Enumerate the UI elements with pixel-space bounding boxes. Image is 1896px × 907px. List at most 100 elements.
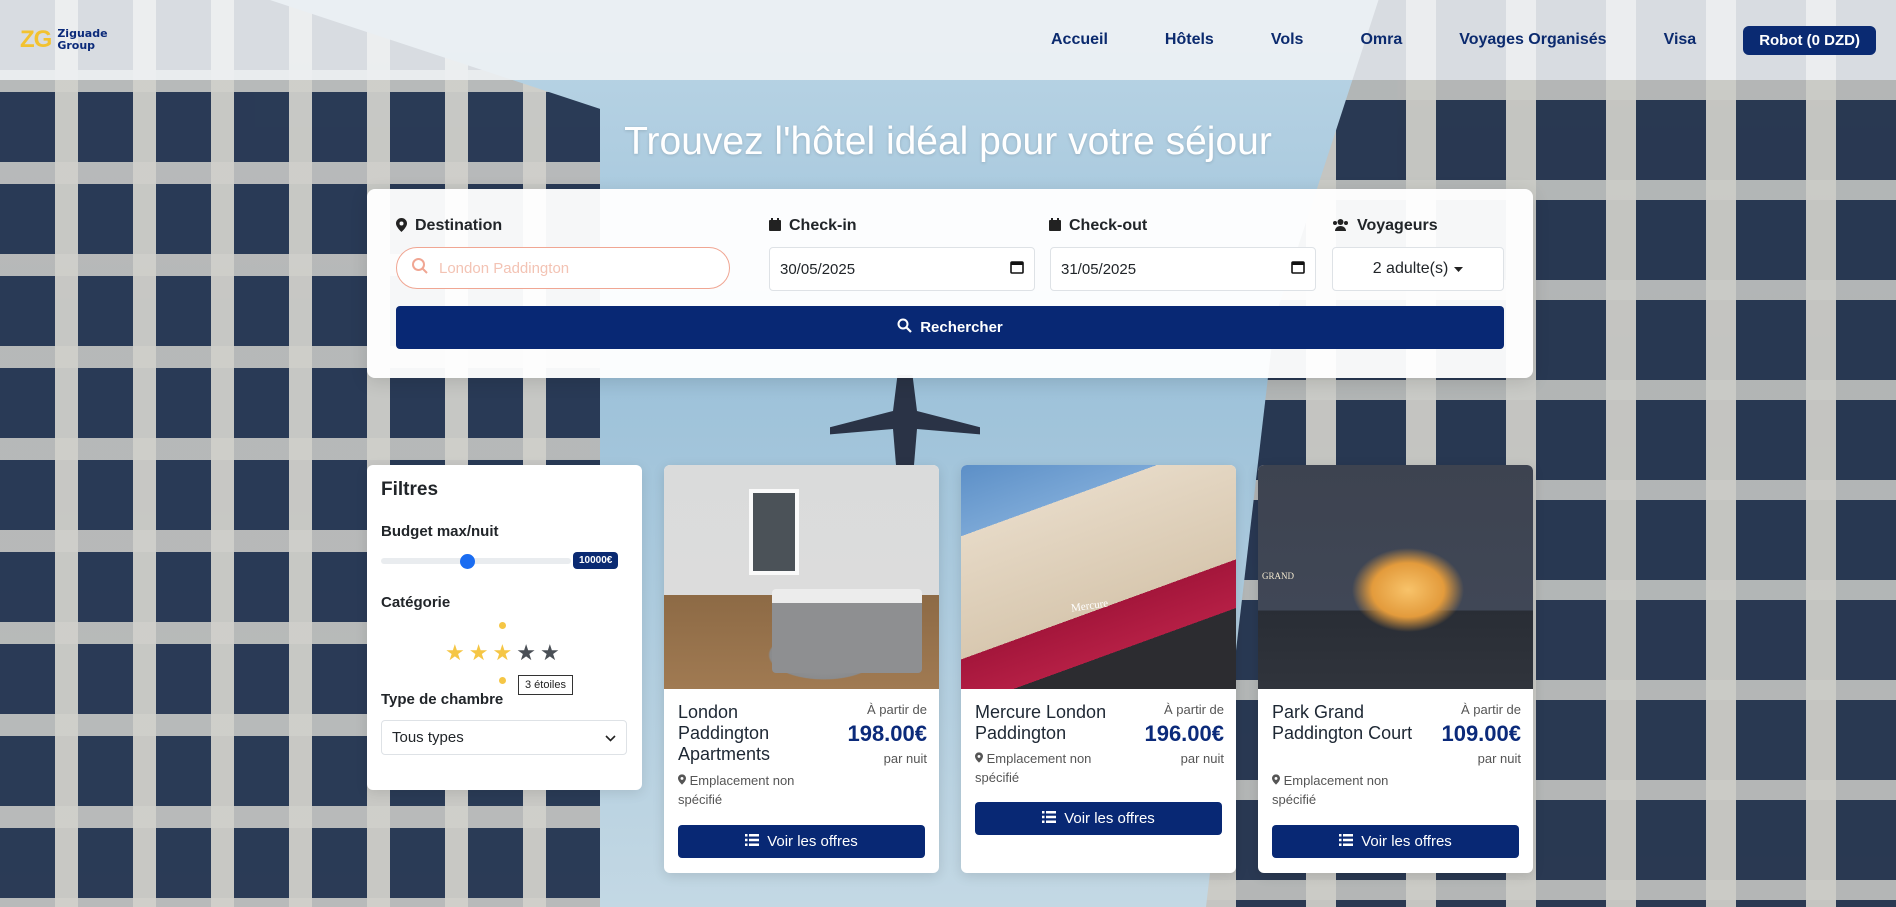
view-offers-button[interactable]: Voir les offres <box>975 802 1222 835</box>
travellers-label-text: Voyageurs <box>1357 217 1438 234</box>
hotel-card: London Paddington Apartments Emplacement… <box>664 465 939 873</box>
account-button[interactable]: Robot (0 DZD) <box>1743 25 1876 55</box>
hotel-name[interactable]: Mercure London Paddington <box>975 702 1125 744</box>
hotel-photo[interactable] <box>664 465 939 689</box>
calendar-picker-icon[interactable] <box>1010 260 1024 278</box>
search-button[interactable]: Rechercher <box>396 306 1504 349</box>
price-from-label: À partir de <box>867 702 927 717</box>
budget-value-badge: 10000€ <box>573 552 619 569</box>
search-icon <box>897 318 912 337</box>
checkout-label-text: Check-out <box>1069 217 1148 234</box>
view-offers-label: Voir les offres <box>767 833 858 850</box>
star-icon[interactable]: ★ <box>516 643 536 665</box>
star-tooltip: 3 étoiles <box>518 675 573 695</box>
budget-slider[interactable] <box>381 554 571 569</box>
per-night-label: par nuit <box>883 751 927 766</box>
users-icon <box>1332 218 1349 234</box>
list-icon <box>1339 833 1354 850</box>
view-offers-label: Voir les offres <box>1064 810 1155 827</box>
nav-hotels[interactable]: Hôtels <box>1165 31 1214 49</box>
star-icon[interactable]: ★ <box>492 643 512 665</box>
price-from-label: À partir de <box>1164 702 1224 717</box>
filters-panel: Filtres Budget max/nuit 10000€ Catégorie… <box>367 465 642 790</box>
caret-down-icon <box>1454 260 1464 278</box>
hero-title: Trouvez l'hôtel idéal pour votre séjour <box>624 120 1272 163</box>
logo-text: Ziguade Group <box>57 28 107 52</box>
search-icon <box>411 257 429 279</box>
travellers-dropdown[interactable]: 2 adulte(s) <box>1332 247 1504 291</box>
nav-omra[interactable]: Omra <box>1360 31 1402 49</box>
map-pin-icon <box>975 751 987 766</box>
list-icon <box>1042 810 1057 827</box>
checkin-value: 30/05/2025 <box>780 260 856 278</box>
price-from-label: À partir de <box>1461 702 1521 717</box>
star-rating[interactable]: ★ ★ ★ ★ ★ <box>445 643 560 665</box>
hotel-location-text: Emplacement non spécifié <box>678 773 795 807</box>
nav-vols[interactable]: Vols <box>1271 31 1304 49</box>
star-hover-dot <box>499 677 506 684</box>
nav-visa[interactable]: Visa <box>1664 31 1697 49</box>
hotel-name[interactable]: London Paddington Apartments <box>678 702 828 765</box>
per-night-label: par nuit <box>1180 751 1224 766</box>
hotel-location: Emplacement non spécifié <box>975 749 1125 787</box>
map-pin-icon <box>1272 773 1284 788</box>
destination-input[interactable]: London Paddington <box>396 247 730 289</box>
view-offers-label: Voir les offres <box>1361 833 1452 850</box>
room-type-select[interactable]: Tous types <box>381 720 627 755</box>
hotel-photo[interactable] <box>961 465 1236 689</box>
travellers-label: Voyageurs <box>1332 217 1438 235</box>
calendar-icon <box>1049 218 1061 234</box>
star-hover-dot <box>499 622 506 629</box>
per-night-label: par nuit <box>1477 751 1521 766</box>
calendar-picker-icon[interactable] <box>1291 260 1305 278</box>
budget-slider-handle[interactable] <box>459 554 475 569</box>
hotel-price: 109.00€ <box>1441 721 1521 746</box>
main-nav: Accueil Hôtels Vols Omra Voyages Organis… <box>1051 25 1876 55</box>
hotel-location: Emplacement non spécifié <box>678 771 828 809</box>
hotel-name[interactable]: Park Grand Paddington Court <box>1272 702 1422 744</box>
filters-title: Filtres <box>381 479 439 500</box>
view-offers-button[interactable]: Voir les offres <box>1272 825 1519 858</box>
calendar-icon <box>769 218 781 234</box>
list-icon <box>745 833 760 850</box>
chevron-down-icon <box>605 729 616 746</box>
hotel-location-text: Emplacement non spécifié <box>975 751 1092 785</box>
checkin-label-text: Check-in <box>789 217 857 234</box>
map-pin-icon <box>678 773 690 788</box>
search-button-label: Rechercher <box>920 319 1003 336</box>
hotel-location-text: Emplacement non spécifié <box>1272 773 1389 807</box>
view-offers-button[interactable]: Voir les offres <box>678 825 925 858</box>
hotel-photo[interactable] <box>1258 465 1533 689</box>
hotel-card: Park Grand Paddington Court Emplacement … <box>1258 465 1533 873</box>
checkout-date-input[interactable]: 31/05/2025 <box>1050 247 1316 291</box>
star-icon[interactable]: ★ <box>445 643 465 665</box>
travellers-value: 2 adulte(s) <box>1372 260 1449 277</box>
price-block: À partir de 198.00€ par nuit <box>847 702 927 766</box>
price-block: À partir de 196.00€ par nuit <box>1144 702 1224 766</box>
hotel-card: Mercure London Paddington Emplacement no… <box>961 465 1236 873</box>
destination-label: Destination <box>396 217 502 235</box>
destination-placeholder: London Paddington <box>439 259 570 277</box>
logo-mark: ZG <box>20 26 52 53</box>
hotel-location: Emplacement non spécifié <box>1272 771 1422 809</box>
map-pin-icon <box>396 217 407 235</box>
checkout-value: 31/05/2025 <box>1061 260 1137 278</box>
budget-label: Budget max/nuit <box>381 523 499 540</box>
logo-line-2: Group <box>57 39 96 52</box>
category-label: Catégorie <box>381 594 451 611</box>
checkin-label: Check-in <box>769 217 857 235</box>
top-navbar: ZG Ziguade Group Accueil Hôtels Vols Omr… <box>0 0 1896 80</box>
checkin-date-input[interactable]: 30/05/2025 <box>769 247 1035 291</box>
star-icon[interactable]: ★ <box>469 643 489 665</box>
brand-logo[interactable]: ZG Ziguade Group <box>20 26 108 54</box>
nav-voyages-organises[interactable]: Voyages Organisés <box>1459 31 1606 49</box>
room-type-label: Type de chambre <box>381 691 504 708</box>
hotel-price: 196.00€ <box>1144 721 1224 746</box>
star-icon[interactable]: ★ <box>540 643 560 665</box>
hotel-price: 198.00€ <box>847 721 927 746</box>
nav-accueil[interactable]: Accueil <box>1051 31 1108 49</box>
destination-label-text: Destination <box>415 217 503 234</box>
search-form: Destination London Paddington Check-in 3… <box>367 189 1533 378</box>
airplane-silhouette <box>830 375 980 465</box>
room-type-value: Tous types <box>392 729 464 746</box>
